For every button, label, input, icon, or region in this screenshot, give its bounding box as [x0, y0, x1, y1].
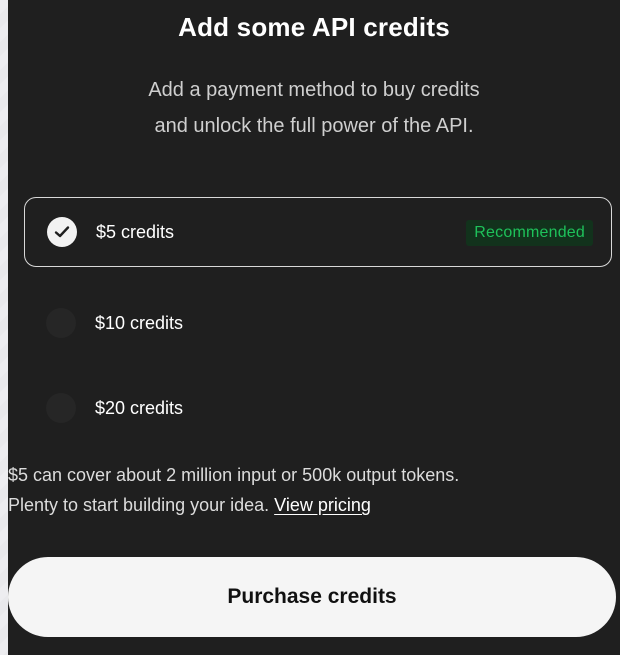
- purchase-credits-button[interactable]: Purchase credits: [8, 557, 616, 637]
- radio-checked-icon[interactable]: [47, 217, 77, 247]
- credit-option-20[interactable]: $20 credits: [24, 373, 612, 443]
- info-line-1: $5 can cover about 2 million input or 50…: [8, 465, 460, 485]
- credit-option-5[interactable]: $5 credits Recommended: [24, 197, 612, 267]
- dialog-subtitle: Add a payment method to buy credits and …: [8, 72, 620, 144]
- recommended-badge: Recommended: [466, 220, 593, 246]
- credit-info-text: $5 can cover about 2 million input or 50…: [8, 460, 618, 520]
- subtitle-line-2: and unlock the full power of the API.: [154, 115, 474, 137]
- add-credits-dialog: Add some API credits Add a payment metho…: [8, 0, 620, 655]
- radio-unchecked-icon[interactable]: [46, 308, 76, 338]
- subtitle-line-1: Add a payment method to buy credits: [148, 79, 480, 101]
- radio-unchecked-icon[interactable]: [46, 393, 76, 423]
- credit-option-label: $20 credits: [95, 397, 184, 418]
- info-line-2-text: Plenty to start building your idea.: [8, 495, 275, 515]
- credit-option-10[interactable]: $10 credits: [24, 288, 612, 358]
- credit-option-label: $10 credits: [95, 312, 184, 333]
- dialog-title: Add some API credits: [178, 12, 450, 42]
- credit-option-label: $5 credits: [96, 221, 175, 242]
- info-line-2: Plenty to start building your idea. View…: [8, 490, 618, 520]
- view-pricing-link[interactable]: View pricing: [274, 495, 371, 515]
